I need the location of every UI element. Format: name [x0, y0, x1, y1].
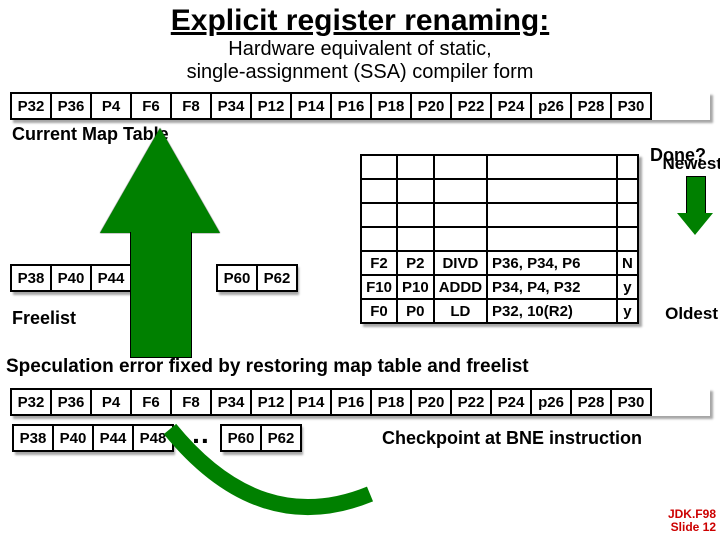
table-cell [361, 227, 397, 251]
register-cell: P20 [410, 92, 452, 120]
table-cell [617, 227, 638, 251]
curved-arrow-icon [140, 339, 420, 529]
map-table-row: P32P36P4F6F8P34P12P14P16P18P20P22P24p26P… [10, 92, 710, 120]
register-cell: P36 [50, 388, 92, 416]
table-cell: N [617, 251, 638, 275]
table-cell [397, 179, 434, 203]
table-cell [487, 203, 617, 227]
table-cell [397, 227, 434, 251]
instruction-table: F2P2DIVDP36, P34, P6NF10P10ADDDP34, P4, … [360, 154, 639, 324]
table-cell [487, 155, 617, 179]
register-cell: P22 [450, 388, 492, 416]
table-cell [361, 203, 397, 227]
table-row [361, 203, 638, 227]
footer-line-1: JDK.F98 [668, 507, 716, 521]
table-cell [487, 227, 617, 251]
table-cell: F2 [361, 251, 397, 275]
table-cell: F0 [361, 299, 397, 323]
table-cell: P10 [397, 275, 434, 299]
table-cell: P34, P4, P32 [487, 275, 617, 299]
table-row: F0P0LDP32, 10(R2)y [361, 299, 638, 323]
subtitle-line-1: Hardware equivalent of static, [228, 38, 491, 60]
slide-footer: JDK.F98 Slide 12 [668, 508, 716, 534]
register-cell: P30 [610, 388, 652, 416]
table-cell: P32, 10(R2) [487, 299, 617, 323]
register-cell: P28 [570, 92, 612, 120]
register-cell: P40 [50, 264, 92, 292]
table-cell: P0 [397, 299, 434, 323]
register-cell: P4 [90, 92, 132, 120]
register-cell: P14 [290, 92, 332, 120]
table-row: F2P2DIVDP36, P34, P6N [361, 251, 638, 275]
register-cell: P12 [250, 92, 292, 120]
register-cell: P24 [490, 92, 532, 120]
subtitle-line-2: single-assignment (SSA) compiler form [187, 61, 534, 83]
table-cell [487, 179, 617, 203]
table-cell [617, 155, 638, 179]
register-cell: P32 [10, 388, 52, 416]
register-cell: P60 [216, 264, 258, 292]
footer-line-2: Slide 12 [671, 520, 716, 534]
table-cell [397, 203, 434, 227]
newest-label: Newest [662, 154, 720, 174]
table-cell: P36, P34, P6 [487, 251, 617, 275]
register-cell: P18 [370, 92, 412, 120]
table-cell [617, 179, 638, 203]
table-cell: P2 [397, 251, 434, 275]
register-cell: p26 [530, 92, 572, 120]
register-cell: P30 [610, 92, 652, 120]
table-cell [434, 203, 487, 227]
table-cell [434, 155, 487, 179]
register-cell: P4 [90, 388, 132, 416]
table-cell: y [617, 275, 638, 299]
register-cell: P16 [330, 92, 372, 120]
register-cell: P62 [256, 264, 298, 292]
freelist-label: Freelist [12, 308, 76, 329]
register-cell: F6 [130, 92, 172, 120]
table-cell: LD [434, 299, 487, 323]
table-cell [361, 155, 397, 179]
slide-subtitle: Hardware equivalent of static, single-as… [0, 38, 720, 84]
table-cell [397, 155, 434, 179]
register-cell: P34 [210, 92, 252, 120]
register-cell: P44 [92, 424, 134, 452]
register-cell: P40 [52, 424, 94, 452]
table-cell [361, 179, 397, 203]
register-cell: P22 [450, 92, 492, 120]
table-row [361, 179, 638, 203]
register-cell: P38 [12, 424, 54, 452]
table-row [361, 155, 638, 179]
table-row [361, 227, 638, 251]
table-cell [617, 203, 638, 227]
table-cell: DIVD [434, 251, 487, 275]
table-cell: y [617, 299, 638, 323]
register-cell: F8 [170, 92, 212, 120]
table-cell: F10 [361, 275, 397, 299]
register-cell: P44 [90, 264, 132, 292]
table-row: F10P10ADDDP34, P4, P32y [361, 275, 638, 299]
oldest-label: Oldest [665, 304, 718, 324]
table-cell [434, 227, 487, 251]
table-cell [434, 179, 487, 203]
register-cell: P36 [50, 92, 92, 120]
register-cell: P28 [570, 388, 612, 416]
register-cell: P24 [490, 388, 532, 416]
register-cell: p26 [530, 388, 572, 416]
table-cell: ADDD [434, 275, 487, 299]
register-cell: P38 [10, 264, 52, 292]
slide-title: Explicit register renaming: [0, 0, 720, 38]
register-cell: P32 [10, 92, 52, 120]
